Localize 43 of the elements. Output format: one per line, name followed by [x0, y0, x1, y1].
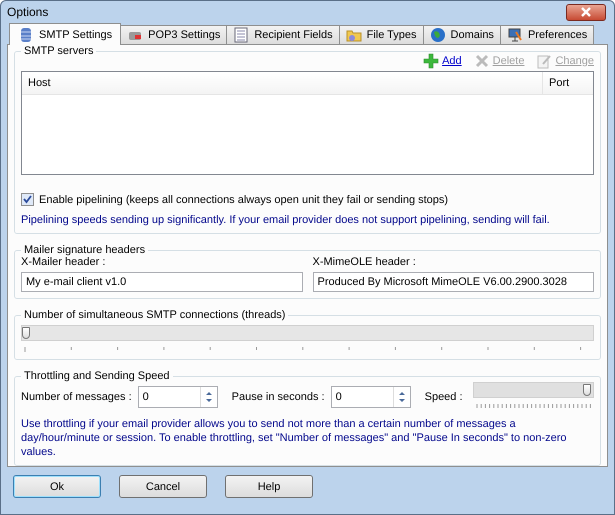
cross-icon: [474, 53, 490, 69]
dialog-button[interactable]: Cancel: [119, 475, 207, 498]
dialog-button[interactable]: Help: [225, 475, 313, 498]
field-label: X-Mailer header :: [21, 256, 106, 268]
tab[interactable]: File Types: [338, 25, 424, 44]
info-text: Pipelining speeds sending up significantly. If your email provider does not support pipelining, sending will fail.: [21, 213, 551, 227]
field-label: Speed :: [424, 391, 463, 403]
field-label: Number of messages :: [21, 391, 132, 403]
monitor-icon: [506, 27, 523, 43]
field-label: Pause in seconds :: [232, 391, 325, 403]
group-title: Mailer signature headers: [23, 244, 146, 256]
action-link[interactable]: Add: [423, 53, 462, 69]
checkbox-label: Enable pipelining (keeps all connections always open unit they fail or sending stops): [39, 194, 448, 206]
tab[interactable]: POP3 Settings: [120, 25, 228, 44]
slider-thumb[interactable]: [22, 327, 30, 339]
spin-arrows-icon[interactable]: [396, 389, 407, 405]
tab[interactable]: Domains: [422, 25, 501, 44]
globe-icon: [430, 27, 446, 43]
input-field[interactable]: Produced By Microsoft MimeOLE V6.00.2900.3028: [312, 272, 594, 292]
plus-icon: [423, 53, 440, 69]
tab[interactable]: Recipient Fields: [226, 25, 340, 44]
database-icon: [18, 26, 34, 42]
field-label: X-MimeOLE header :: [312, 256, 417, 268]
tab[interactable]: Preferences: [500, 25, 594, 44]
column-header[interactable]: Host: [22, 72, 543, 94]
input-field[interactable]: My e-mail client v1.0: [21, 272, 302, 292]
number-spinner[interactable]: 0: [330, 386, 411, 408]
close-button[interactable]: [566, 4, 606, 20]
group-title: Throttling and Sending Speed: [23, 370, 171, 382]
close-icon: [580, 7, 592, 17]
server-list[interactable]: Host Port: [21, 71, 594, 175]
dialog-button[interactable]: Ok: [13, 475, 101, 498]
column-header[interactable]: Port: [543, 72, 593, 94]
window-title: Options: [7, 5, 48, 19]
tab[interactable]: SMTP Settings: [9, 23, 122, 45]
pencil-icon: [536, 53, 552, 69]
number-spinner[interactable]: 0: [138, 386, 218, 408]
slider-thumb[interactable]: [583, 384, 591, 396]
checkbox[interactable]: [21, 193, 34, 206]
info-text: Use throttling if your email provider allows you to send not more than a certain number of messages a day/hour/minute or session. To enable throttling, set "Number of messages" and "Pause In seconds" to non-zero values.: [21, 417, 568, 459]
group-title: SMTP servers: [23, 45, 94, 57]
spin-arrows-icon[interactable]: [204, 389, 214, 405]
group-title: Number of simultaneous SMTP connections (threads): [23, 309, 286, 321]
